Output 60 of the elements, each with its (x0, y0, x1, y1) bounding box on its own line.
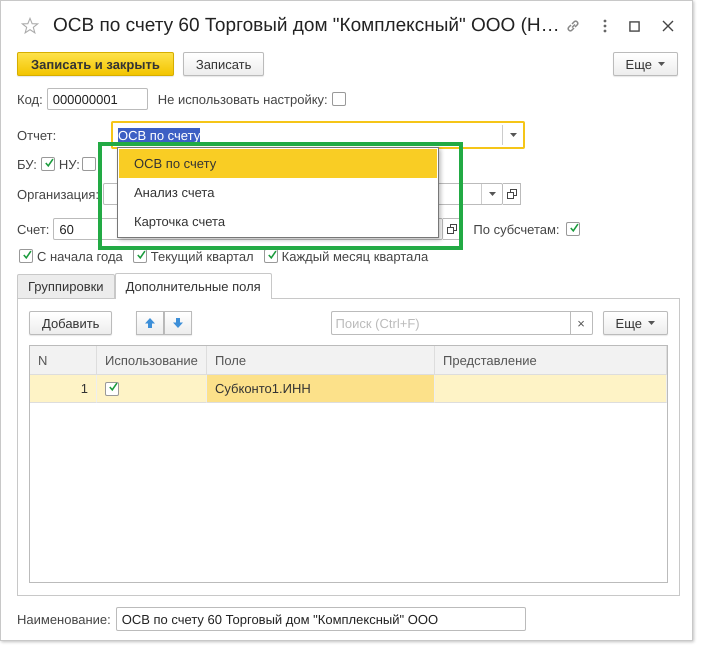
window-title: ОСВ по счету 60 Торговый дом "Комплексный" ООО (Н… (53, 15, 560, 37)
arrow-up-icon (144, 317, 156, 329)
tab[interactable]: Дополнительные поля (114, 273, 272, 299)
table-row[interactable]: 1 Субконто1.ИНН (30, 375, 667, 403)
link-icon[interactable] (565, 18, 581, 34)
field-label: Код: (17, 92, 43, 106)
clear-button[interactable]: × (570, 311, 593, 335)
column-header[interactable]: N (30, 346, 97, 375)
field-label: По субсчетам: (473, 222, 560, 236)
selected-text: ОСВ по счету (118, 128, 200, 142)
field-label: Отчет: (17, 128, 58, 142)
dropdown-option[interactable]: ОСВ по счету (119, 149, 437, 178)
table-cell: Субконто1.ИНН (207, 375, 435, 403)
field-label: НУ: (58, 156, 80, 172)
tab[interactable]: Группировки (17, 274, 115, 298)
caret-icon (510, 133, 516, 137)
open-icon (446, 224, 457, 234)
add-button[interactable]: Добавить (29, 311, 112, 335)
field-label: БУ: (17, 156, 37, 172)
checkbox[interactable] (566, 222, 580, 236)
caret-icon (658, 62, 665, 66)
more-icon[interactable] (603, 19, 607, 33)
save-button[interactable]: Записать (182, 52, 264, 76)
checkbox[interactable] (105, 382, 119, 396)
move-down-button[interactable] (164, 311, 192, 335)
more-button[interactable]: Еще (612, 52, 678, 76)
column-header[interactable]: Представление (435, 346, 667, 375)
checkbox-label: С начала года (37, 248, 123, 264)
dropdown-option[interactable]: Анализ счета (119, 178, 437, 207)
field-label: Организация: (17, 186, 100, 202)
checkbox[interactable] (332, 92, 346, 106)
move-up-button[interactable] (136, 311, 164, 335)
name-field[interactable]: ОСВ по счету 60 Торговый дом "Комплексный" ООО (116, 607, 526, 631)
field-label: Не использовать настройку: (158, 92, 328, 106)
field-label: Счет: (17, 222, 50, 236)
star-icon[interactable] (21, 17, 39, 35)
caret-icon (488, 192, 496, 196)
table-cell: 1 (30, 375, 97, 403)
more-button[interactable]: Еще (602, 311, 668, 335)
column-header[interactable]: Поле (207, 346, 435, 375)
dropdown-option[interactable]: Карточка счета (119, 207, 437, 236)
save-and-close-button[interactable]: Записать и закрыть (17, 52, 174, 76)
field-label: Наименование: (17, 612, 111, 626)
column-header[interactable]: Использование (97, 346, 207, 375)
maximize-icon[interactable] (629, 20, 640, 32)
checkbox-label: Текущий квартал (150, 248, 254, 264)
checkbox[interactable] (19, 249, 33, 263)
open-button[interactable] (503, 183, 522, 205)
checkbox[interactable] (82, 157, 96, 171)
checkbox[interactable] (40, 157, 55, 171)
checkbox[interactable] (264, 249, 278, 263)
checkbox[interactable] (132, 249, 147, 263)
open-button[interactable] (443, 218, 462, 240)
search-field[interactable]: Поиск (Ctrl+F) (330, 311, 570, 335)
open-icon (506, 189, 517, 199)
caret-icon (648, 321, 655, 325)
checkbox-label: Каждый месяц квартала (282, 248, 428, 264)
close-icon[interactable] (662, 20, 674, 32)
code-field[interactable]: 000000001 (46, 88, 148, 110)
arrow-down-icon (172, 317, 184, 329)
